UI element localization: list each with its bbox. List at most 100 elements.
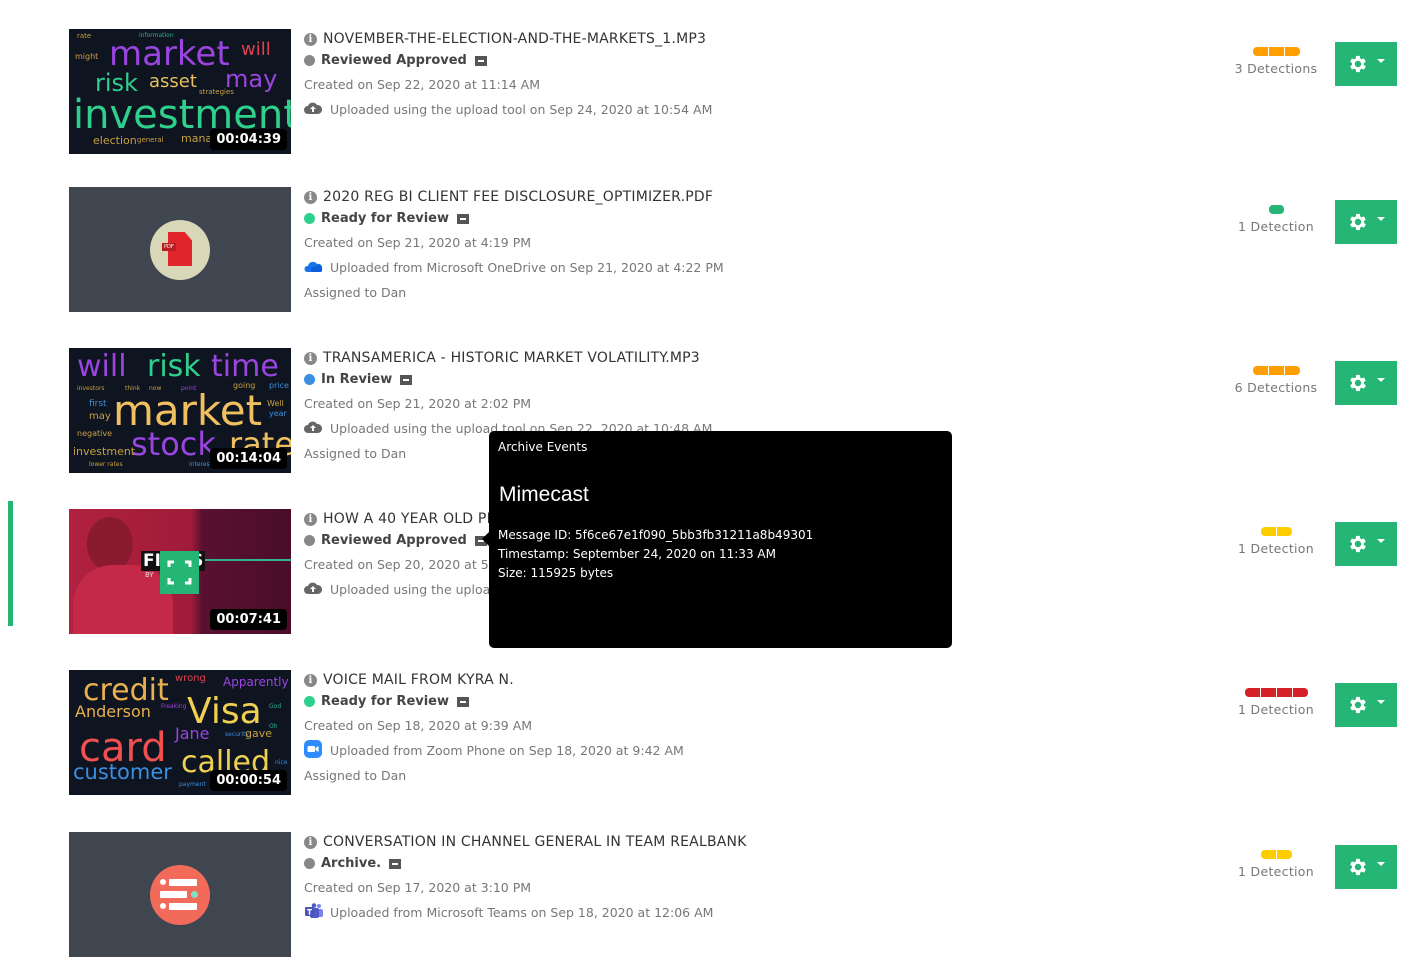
created-date: Created on Sep 21, 2020 at 2:02 PM [304,396,532,411]
severity-segment [1276,688,1292,697]
detections[interactable]: 1 Detection [1222,527,1330,556]
info-icon[interactable]: i [304,32,317,46]
item-title[interactable]: CONVERSATION IN CHANNEL GENERAL IN TEAM … [323,834,747,850]
chat-conversation-icon [150,865,210,925]
created-date: Created on Sep 22, 2020 at 11:14 AM [304,77,541,92]
info-icon[interactable]: i [304,835,317,849]
thumbnail[interactable]: FI PS BY LTH 00:07:41 [69,509,291,634]
item-title[interactable]: VOICE MAIL FROM KYRA N. [323,672,514,688]
severity-segment [1260,850,1276,859]
list-item[interactable]: credit wrong Apparently Anderson Freaking Vis… [0,662,1408,795]
tooltip-body: Message ID: 5f6ce67e1f090_5bb3fb31211a8b… [498,526,813,583]
info-icon[interactable]: i [304,351,317,365]
severity-segment [1244,688,1260,697]
tooltip-timestamp: Timestamp: September 24, 2020 on 11:33 A… [498,547,776,561]
status-row: Ready for Review [304,690,1204,713]
detections[interactable]: 1 Detection [1222,205,1330,234]
thumbnail[interactable]: will risk time investors think now point going p… [69,348,291,473]
word-cloud-word: may [89,411,111,422]
settings-dropdown-button[interactable] [1335,845,1397,889]
archive-icon[interactable] [457,213,470,224]
caret-down-icon [1377,378,1385,382]
item-title-row[interactable]: i NOVEMBER-THE-ELECTION-AND-THE-MARKETS_… [304,29,1204,49]
item-title-row[interactable]: i TRANSAMERICA - HISTORIC MARKET VOLATIL… [304,348,1204,368]
info-icon[interactable]: i [304,673,317,687]
item-info: i NOVEMBER-THE-ELECTION-AND-THE-MARKETS_… [304,29,1204,122]
duration-badge: 00:04:39 [210,129,287,150]
word-cloud-word: might [75,52,99,61]
status-dot-icon [304,535,315,546]
list-item[interactable]: rate information market will might risk asset m… [0,21,1408,154]
word-cloud-word: Anderson [75,702,151,721]
detections[interactable]: 6 Detections [1222,366,1330,395]
severity-indicator [1222,850,1330,859]
settings-dropdown-button[interactable] [1335,683,1397,727]
severity-segment [1284,47,1300,56]
detections[interactable]: 1 Detection [1222,688,1330,717]
item-title[interactable]: 2020 REG BI CLIENT FEE DISCLOSURE_OPTIMI… [323,189,713,205]
severity-segment [1252,47,1268,56]
item-title-row[interactable]: i 2020 REG BI CLIENT FEE DISCLOSURE_OPTI… [304,187,1204,207]
severity-segment [1268,205,1284,214]
caret-down-icon [1377,217,1385,221]
severity-indicator [1222,527,1330,536]
thumbnail[interactable]: PDF [69,187,291,312]
word-cloud-word: risk [147,349,201,384]
upload-text: Uploaded from Zoom Phone on Sep 18, 2020… [330,743,684,758]
status-dot-icon [304,55,315,66]
item-title[interactable]: HOW A 40 YEAR OLD PL [323,511,495,527]
word-cloud-word: wrong [175,673,206,684]
item-title[interactable]: TRANSAMERICA - HISTORIC MARKET VOLATILIT… [323,350,700,366]
word-cloud-word: market [109,34,230,74]
info-icon[interactable]: i [304,512,317,526]
pdf-file-icon: PDF [150,220,210,280]
settings-dropdown-button[interactable] [1335,522,1397,566]
word-cloud-word: Well [267,399,284,408]
word-cloud-word: Freaking [161,703,187,710]
fullscreen-button[interactable] [160,551,199,594]
detection-count: 6 Detections [1234,380,1318,395]
item-title-row[interactable]: i CONVERSATION IN CHANNEL GENERAL IN TEA… [304,832,1204,852]
thumbnail[interactable] [69,832,291,957]
word-cloud-word: investment [73,445,136,458]
expand-icon [167,560,192,585]
caret-down-icon [1377,700,1385,704]
list-item[interactable]: i CONVERSATION IN CHANNEL GENERAL IN TEA… [0,824,1408,957]
gear-icon [1347,856,1369,878]
status-label: Reviewed Approved [321,53,467,68]
severity-segment [1260,688,1276,697]
duration-badge: 00:00:54 [210,770,287,791]
status-row: Archive. [304,852,1204,875]
caret-down-icon [1377,862,1385,866]
created-date: Created on Sep 17, 2020 at 3:10 PM [304,880,532,895]
settings-dropdown-button[interactable] [1335,200,1397,244]
list-item[interactable]: PDF i 2020 REG BI CLIENT FEE DISCLOSURE_… [0,179,1408,312]
archive-icon[interactable] [389,858,402,869]
archive-icon[interactable] [457,696,470,707]
tooltip-message-id: Message ID: 5f6ce67e1f090_5bb3fb31211a8b… [498,528,814,542]
status-dot-icon [304,696,315,707]
tooltip-size: Size: 115925 bytes [498,566,614,580]
severity-segment [1268,366,1284,375]
item-title[interactable]: NOVEMBER-THE-ELECTION-AND-THE-MARKETS_1.… [323,31,706,47]
detections[interactable]: 1 Detection [1222,850,1330,879]
detections[interactable]: 3 Detections [1222,47,1330,76]
item-title-row[interactable]: i VOICE MAIL FROM KYRA N. [304,670,1204,690]
severity-segment [1276,527,1292,536]
duration-badge: 00:14:04 [210,448,287,469]
item-info: i CONVERSATION IN CHANNEL GENERAL IN TEA… [304,832,1204,925]
upload-source: Uploaded from Microsoft Teams on Sep 18,… [304,900,1204,925]
archive-icon[interactable] [400,374,413,385]
settings-dropdown-button[interactable] [1335,361,1397,405]
word-cloud-word: nice [275,759,288,766]
archive-icon[interactable] [474,55,487,66]
word-cloud-word: price [269,381,289,390]
word-cloud-word: Apparently [223,675,289,689]
thumbnail[interactable]: rate information market will might risk asset m… [69,29,291,154]
word-cloud-word: rate [77,32,92,40]
thumbnail[interactable]: credit wrong Apparently Anderson Freaking Vis… [69,670,291,795]
settings-dropdown-button[interactable] [1335,42,1397,86]
tooltip-header: Archive Events [498,440,588,454]
info-icon[interactable]: i [304,190,317,204]
gear-icon [1347,694,1369,716]
